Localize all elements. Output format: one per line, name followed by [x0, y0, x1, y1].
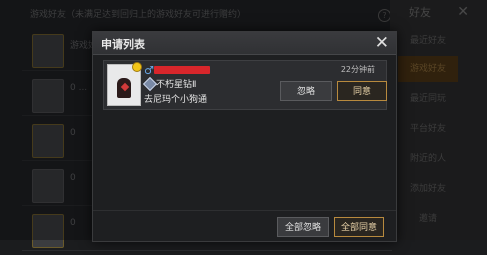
player-rank: 不朽星钻Ⅱ [156, 80, 197, 90]
male-gender-icon: ♂ [144, 64, 154, 77]
request-time: 22分钟前 [340, 65, 375, 74]
request-list-dialog: 申请列表 ✕ ♂ 不朽星钻Ⅱ 去尼玛个小狗通 22分钟前 忽略 同意 全部忽略 … [92, 31, 397, 242]
request-message: 去尼玛个小狗通 [144, 95, 208, 105]
dialog-title: 申请列表 [101, 38, 145, 51]
ignore-button[interactable]: 忽略 [280, 81, 332, 101]
friend-request-item: ♂ 不朽星钻Ⅱ 去尼玛个小狗通 22分钟前 忽略 同意 [103, 60, 387, 110]
vip-badge-icon [132, 62, 142, 72]
avatar[interactable] [107, 62, 142, 106]
ignore-all-button[interactable]: 全部忽略 [277, 217, 329, 237]
close-icon[interactable]: ✕ [375, 33, 389, 53]
rank-diamond-icon [142, 76, 158, 92]
redacted-player-name [154, 66, 210, 74]
dialog-header: 申请列表 ✕ [93, 32, 396, 55]
agree-button[interactable]: 同意 [337, 81, 387, 101]
divider [93, 210, 396, 211]
agree-all-button[interactable]: 全部同意 [334, 217, 384, 237]
